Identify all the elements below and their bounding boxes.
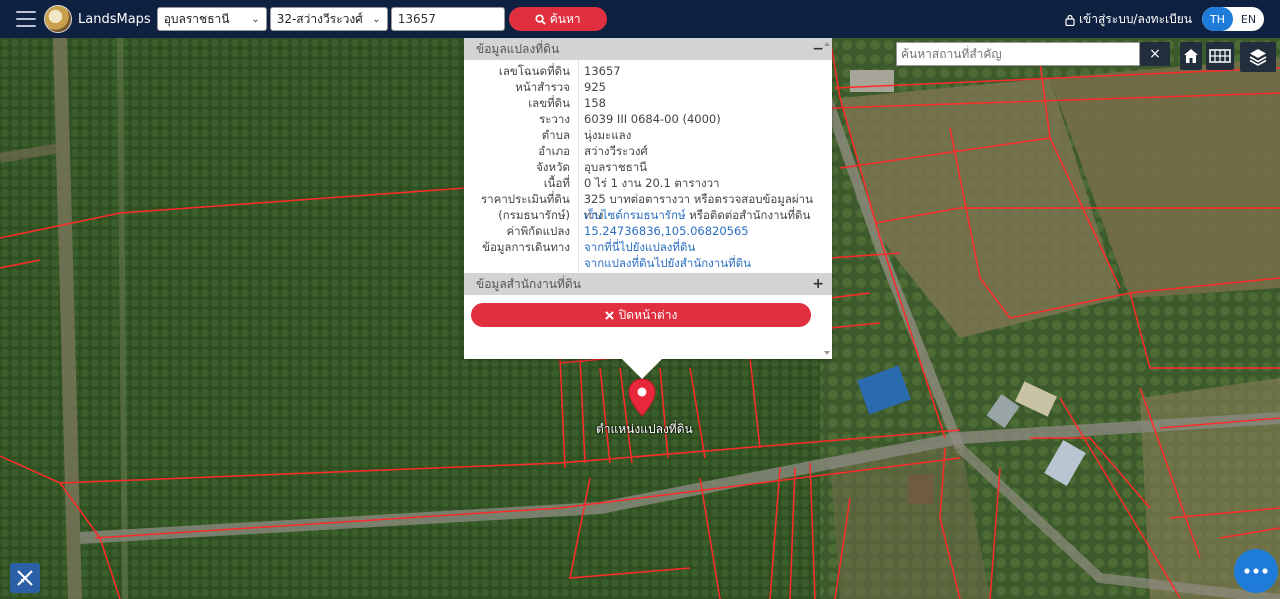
- land-office-title: ข้อมูลสำนักงานที่ดิน: [476, 276, 581, 291]
- top-navbar: LandsMaps อุบลราชธานี ⌄ 32-สว่างวีระวงศ์…: [0, 0, 1280, 38]
- info-key: (กรมธนารักษ์): [498, 208, 570, 222]
- info-key: เลขที่ดิน: [528, 96, 570, 110]
- chevron-down-icon: ⌄: [372, 13, 381, 25]
- info-value-group: เว็บไซต์กรมธนารักษ์ หรือติดต่อสำนักงานที…: [584, 207, 810, 223]
- info-row-directions: ข้อมูลการเดินทาง จากที่นี่ไปยังแปลงที่ดิ…: [464, 239, 832, 255]
- district-select[interactable]: 32-สว่างวีระวงศ์ ⌄: [269, 7, 388, 31]
- brand-name: LandsMaps: [78, 11, 151, 27]
- close-window-label: ปิดหน้าต่าง: [618, 307, 678, 322]
- province-select-value: อุบลราชธานี: [163, 11, 230, 26]
- layers-icon: [1249, 49, 1267, 66]
- search-button-label: ค้นหา: [549, 11, 581, 26]
- info-value: 158: [584, 96, 606, 110]
- collapse-icon[interactable]: −: [812, 41, 824, 57]
- info-value: 13657: [584, 64, 621, 78]
- popup-pointer: [622, 359, 662, 379]
- info-row-appraisal: ราคาประเมินที่ดิน 325 บาทต่อตารางวา หรือ…: [464, 191, 832, 222]
- info-row-survey-page: หน้าสำรวจ 925: [464, 79, 832, 95]
- info-key: ข้อมูลการเดินทาง: [482, 240, 570, 254]
- info-row-coordinates: ค่าพิกัดแปลง 15.24736836,105.06820565: [464, 223, 832, 239]
- info-row-map-sheet: ระวาง 6039 III 0684-00 (4000): [464, 111, 832, 127]
- lang-th-button[interactable]: TH: [1202, 7, 1233, 31]
- info-row-land-number: เลขที่ดิน 158: [464, 95, 832, 111]
- measure-tool-button[interactable]: [10, 563, 40, 593]
- map-pin-icon[interactable]: [628, 378, 656, 418]
- land-office-header[interactable]: ข้อมูลสำนักงานที่ดิน +: [464, 273, 832, 295]
- parcel-info-table: เลขโฉนดที่ดิน 13657 หน้าสำรวจ 925 เลขที่…: [464, 60, 832, 273]
- directions-to-parcel-link[interactable]: จากที่นี่ไปยังแปลงที่ดิน: [584, 239, 695, 255]
- ruler-icon: [17, 570, 33, 586]
- parcel-info-title: ข้อมูลแปลงที่ดิน: [476, 41, 560, 56]
- info-key: หน้าสำรวจ: [515, 80, 570, 94]
- info-value: 325 บาทต่อตารางวา หรือตรวจสอบข้อมูลผ่านท…: [583, 192, 813, 222]
- info-row-directions-office: จากแปลงที่ดินไปยังสำนักงานที่ดิน: [464, 255, 832, 271]
- lang-en-button[interactable]: EN: [1233, 7, 1264, 31]
- coordinates-link[interactable]: 15.24736836,105.06820565: [584, 223, 749, 239]
- expand-icon[interactable]: +: [812, 276, 824, 292]
- ellipsis-icon: [1244, 568, 1268, 574]
- place-search-input[interactable]: [896, 42, 1140, 66]
- layers-button[interactable]: [1240, 42, 1276, 72]
- parcel-number-input[interactable]: [390, 7, 505, 31]
- info-row-deed-number: เลขโฉนดที่ดิน 13657: [464, 63, 832, 79]
- info-value: นุ่งมะแลง: [584, 128, 632, 142]
- info-key: เลขโฉนดที่ดิน: [498, 64, 570, 78]
- close-icon: [604, 310, 614, 320]
- info-key: ราคาประเมินที่ดิน: [481, 192, 570, 206]
- info-row-treasury: (กรมธนารักษ์) เว็บไซต์กรมธนารักษ์ หรือติ…: [464, 207, 832, 223]
- info-value: 925: [584, 80, 606, 94]
- info-row-subdistrict: ตำบล นุ่งมะแลง: [464, 127, 832, 143]
- parcel-info-popup: ข้อมูลแปลงที่ดิน − เลขโฉนดที่ดิน 13657 ห…: [464, 38, 832, 359]
- clear-search-button[interactable]: ×: [1140, 42, 1170, 66]
- department-logo: [44, 5, 72, 33]
- grid-button[interactable]: [1206, 42, 1234, 70]
- info-key: ระวาง: [539, 112, 570, 126]
- info-value: สว่างวีระวงศ์: [584, 144, 648, 158]
- info-key: เนื้อที่: [543, 176, 570, 190]
- info-key: [464, 255, 584, 271]
- lock-icon: [1065, 14, 1075, 26]
- grid-icon: [1209, 49, 1231, 63]
- more-options-button[interactable]: [1234, 549, 1278, 593]
- login-link[interactable]: เข้าสู่ระบบ/ลงทะเบียน: [1065, 10, 1192, 29]
- directions-to-office-link[interactable]: จากแปลงที่ดินไปยังสำนักงานที่ดิน: [584, 255, 751, 271]
- info-row-province: จังหวัด อุบลราชธานี: [464, 159, 832, 175]
- info-value-suffix: หรือติดต่อสำนักงานที่ดิน: [685, 208, 811, 222]
- search-icon: [535, 13, 546, 25]
- chevron-down-icon: ⌄: [251, 13, 260, 25]
- home-icon: [1184, 49, 1198, 63]
- info-key: ตำบล: [541, 128, 570, 142]
- search-button[interactable]: ค้นหา: [508, 7, 607, 31]
- popup-scrollbar[interactable]: [824, 40, 830, 357]
- column-divider: [578, 60, 579, 273]
- close-window-button[interactable]: ปิดหน้าต่าง: [471, 303, 811, 327]
- menu-icon[interactable]: [16, 11, 36, 27]
- marker-label: ตำแหน่งแปลงที่ดิน: [596, 422, 693, 436]
- login-label: เข้าสู่ระบบ/ลงทะเบียน: [1078, 12, 1192, 26]
- language-toggle: TH EN: [1202, 7, 1264, 31]
- district-select-value: 32-สว่างวีระวงศ์: [276, 11, 363, 26]
- info-key: ค่าพิกัดแปลง: [506, 224, 570, 238]
- treasury-website-link[interactable]: เว็บไซต์กรมธนารักษ์: [584, 208, 686, 222]
- province-select[interactable]: อุบลราชธานี ⌄: [156, 7, 267, 31]
- info-value: อุบลราชธานี: [584, 160, 648, 174]
- info-key: อำเภอ: [538, 144, 570, 158]
- info-key: จังหวัด: [536, 160, 570, 174]
- home-button[interactable]: [1180, 42, 1202, 70]
- info-value: 0 ไร่ 1 งาน 20.1 ตารางวา: [584, 176, 720, 190]
- info-value: 6039 III 0684-00 (4000): [584, 112, 721, 126]
- parcel-info-header[interactable]: ข้อมูลแปลงที่ดิน −: [464, 38, 832, 60]
- info-row-district: อำเภอ สว่างวีระวงศ์: [464, 143, 832, 159]
- info-row-area: เนื้อที่ 0 ไร่ 1 งาน 20.1 ตารางวา: [464, 175, 832, 191]
